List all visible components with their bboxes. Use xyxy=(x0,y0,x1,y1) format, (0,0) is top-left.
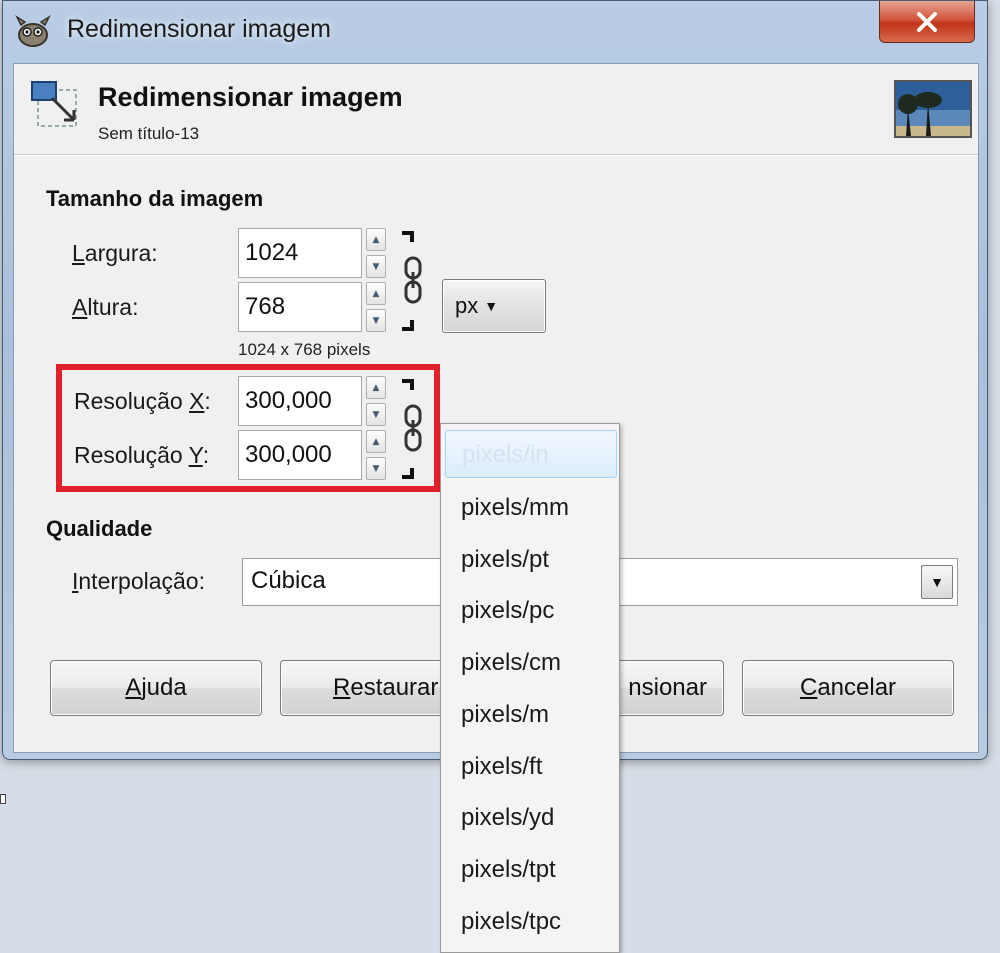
window-title: Redimensionar imagem xyxy=(67,15,332,43)
arrow-up-icon[interactable]: ▲ xyxy=(366,228,386,251)
menu-item-pixels-mm[interactable]: pixels/mm xyxy=(445,484,617,532)
interpolation-value: Cúbica xyxy=(251,567,326,594)
resolution-highlight-box xyxy=(56,364,440,492)
arrow-up-icon[interactable]: ▲ xyxy=(366,282,386,305)
cancel-button[interactable]: Cancelar xyxy=(742,660,954,716)
width-input[interactable] xyxy=(238,228,362,278)
menu-item-pixels-pc[interactable]: pixels/pc xyxy=(445,587,617,635)
menu-item-pixels-cm[interactable]: pixels/cm xyxy=(445,639,617,687)
arrow-down-icon[interactable]: ▼ xyxy=(366,309,386,332)
menu-item-pixels-tpt[interactable]: pixels/tpt xyxy=(445,846,617,894)
resize-image-icon xyxy=(30,80,84,132)
desktop-marker xyxy=(0,794,6,804)
size-unit-dropdown[interactable]: px ▼ xyxy=(442,279,546,333)
image-name: Sem título-13 xyxy=(98,124,200,143)
menu-item-pixels-m[interactable]: pixels/m xyxy=(445,691,617,739)
close-button[interactable] xyxy=(879,1,975,43)
resolution-unit-menu: pixels/in pixels/mm pixels/pt pixels/pc … xyxy=(440,423,620,953)
width-label: Largura: xyxy=(72,240,158,266)
help-button[interactable]: Ajuda xyxy=(50,660,262,716)
height-spinner[interactable]: ▲ ▼ xyxy=(366,282,386,332)
image-size-heading: Tamanho da imagem xyxy=(46,186,264,211)
dialog-header: Redimensionar imagem Sem título-13 xyxy=(14,64,978,154)
close-icon xyxy=(917,11,937,32)
chain-link-icon[interactable] xyxy=(402,256,424,304)
height-label: Altura: xyxy=(72,294,139,320)
menu-item-pixels-pt[interactable]: pixels/pt xyxy=(445,536,617,584)
menu-item-pixels-in[interactable]: pixels/in xyxy=(445,430,617,478)
menu-item-pixels-tpc[interactable]: pixels/tpc xyxy=(445,898,617,946)
chevron-down-icon: ▼ xyxy=(484,298,499,314)
gimp-wilber-icon xyxy=(13,13,53,49)
quality-heading: Qualidade xyxy=(46,516,153,541)
size-unit-value: px xyxy=(455,293,479,318)
image-thumbnail xyxy=(894,80,972,138)
height-input[interactable] xyxy=(238,282,362,332)
menu-item-pixels-yd[interactable]: pixels/yd xyxy=(445,794,617,842)
header-separator xyxy=(14,154,978,156)
interpolation-label: Interpolação: xyxy=(72,568,205,594)
width-spinner[interactable]: ▲ ▼ xyxy=(366,228,386,278)
title-bar[interactable]: Redimensionar imagem xyxy=(3,1,987,63)
dialog-title: Redimensionar imagem xyxy=(98,82,403,112)
pixel-dimensions-note: 1024 x 768 pixels xyxy=(238,340,371,359)
arrow-down-icon[interactable]: ▼ xyxy=(366,255,386,278)
menu-item-pixels-ft[interactable]: pixels/ft xyxy=(445,743,617,791)
chevron-down-icon[interactable]: ▼ xyxy=(921,565,953,599)
